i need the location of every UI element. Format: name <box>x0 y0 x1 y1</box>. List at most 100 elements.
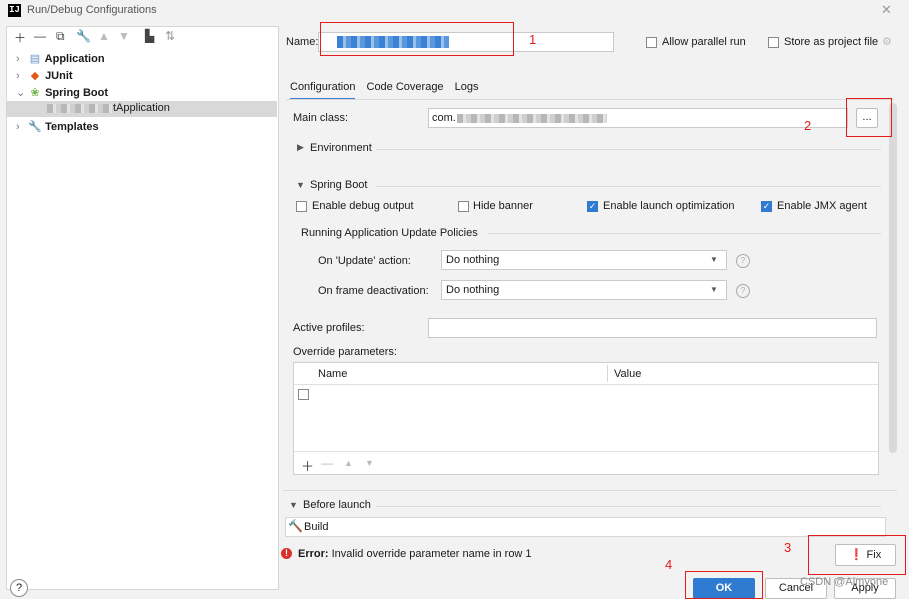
chevron-down-icon[interactable]: ▼ <box>296 180 305 190</box>
tree-item-templates[interactable]: › 🔧 Templates <box>16 120 99 133</box>
tree-item-spring-app[interactable]: tApplication <box>113 102 170 114</box>
junit-icon: ◆ <box>30 70 40 82</box>
move-up-icon[interactable]: ▲ <box>344 458 353 468</box>
tree-item-application[interactable]: › ▤ Application <box>16 52 105 65</box>
application-icon: ▤ <box>29 53 41 65</box>
annotation-number-3: 3 <box>784 540 792 555</box>
before-launch-list: 🔨 Build <box>285 517 886 537</box>
column-header-value[interactable]: Value <box>614 368 641 380</box>
add-icon[interactable]: ＋ <box>14 29 26 46</box>
environment-section[interactable]: Environment <box>310 142 372 154</box>
on-frame-label: On frame deactivation: <box>318 285 429 297</box>
enable-launch-checkbox[interactable]: ✓ <box>587 201 598 212</box>
redacted-name <box>47 104 113 113</box>
table-toolbar-divider <box>294 451 878 452</box>
tree-item-junit[interactable]: › ◆ JUnit <box>16 69 73 82</box>
help-icon[interactable]: ? <box>736 284 750 298</box>
column-divider <box>607 365 608 382</box>
environment-divider <box>376 149 881 150</box>
spring-boot-icon: ❀ <box>30 87 40 99</box>
folder-icon[interactable]: ▙ <box>145 29 154 43</box>
scrollbar[interactable] <box>889 103 897 453</box>
error-text: Invalid override parameter name in row 1 <box>331 548 532 560</box>
tab-code-coverage[interactable]: Code Coverage <box>367 81 444 93</box>
active-profiles-input[interactable] <box>428 318 877 338</box>
gear-icon[interactable]: ⚙ <box>882 35 892 48</box>
wrench-icon: 🔧 <box>28 121 42 133</box>
tree-item-label: Spring Boot <box>45 87 108 99</box>
store-project-label: Store as project file <box>784 36 879 48</box>
move-down-icon[interactable]: ▼ <box>365 458 374 468</box>
error-prefix: Error: <box>298 548 329 560</box>
policies-divider <box>488 233 881 234</box>
store-project-checkbox[interactable] <box>768 37 779 48</box>
annotation-box-3 <box>808 535 906 575</box>
help-icon[interactable]: ? <box>736 254 750 268</box>
chevron-right-icon[interactable]: › <box>16 53 28 65</box>
on-frame-select[interactable]: Do nothing ▼ <box>441 280 727 300</box>
sort-icon[interactable]: ⇅ <box>165 29 175 43</box>
before-launch-section[interactable]: Before launch <box>303 499 371 511</box>
on-update-select[interactable]: Do nothing ▼ <box>441 250 727 270</box>
tab-divider <box>286 99 894 100</box>
help-button[interactable]: ? <box>10 579 28 597</box>
on-update-value: Do nothing <box>446 254 500 266</box>
move-down-icon[interactable]: ▼ <box>118 29 130 43</box>
on-frame-value: Do nothing <box>446 284 500 296</box>
name-label: Name: <box>286 36 319 48</box>
hide-banner-checkbox[interactable] <box>458 201 469 212</box>
chevron-right-icon[interactable]: › <box>16 70 28 82</box>
enable-jmx-checkbox[interactable]: ✓ <box>761 201 772 212</box>
enable-debug-label: Enable debug output <box>312 200 414 212</box>
annotation-number-2: 2 <box>804 118 812 133</box>
annotation-box-4 <box>685 571 763 599</box>
annotation-number-4: 4 <box>665 557 673 572</box>
allow-parallel-label: Allow parallel run <box>662 36 746 48</box>
spring-boot-section[interactable]: Spring Boot <box>310 179 367 191</box>
tree-item-label: Templates <box>45 121 99 133</box>
dropdown-arrow-icon: ▼ <box>710 285 718 294</box>
redacted-class <box>457 114 607 123</box>
tree-item-label: JUnit <box>45 70 73 82</box>
tree-item-spring-boot[interactable]: ⌄ ❀ Spring Boot <box>16 86 108 99</box>
enable-jmx-label: Enable JMX agent <box>777 200 867 212</box>
enable-debug-checkbox[interactable] <box>296 201 307 212</box>
chevron-down-icon[interactable]: ⌄ <box>16 86 28 99</box>
main-class-label: Main class: <box>293 112 349 124</box>
spring-boot-divider <box>376 186 881 187</box>
tab-bar: Configuration Code Coverage Logs <box>290 81 486 100</box>
copy-icon[interactable]: ⧉ <box>56 29 65 44</box>
error-icon: ! <box>281 548 292 559</box>
close-icon[interactable]: ✕ <box>881 2 892 18</box>
override-parameters-label: Override parameters: <box>293 346 397 358</box>
chevron-right-icon[interactable]: ▶ <box>297 142 304 153</box>
chevron-down-icon[interactable]: ▼ <box>289 500 298 510</box>
main-class-value: com. <box>432 112 456 124</box>
tree-item-label: Application <box>44 53 105 65</box>
intellij-logo-icon: IJ <box>8 4 21 17</box>
tab-configuration[interactable]: Configuration <box>290 81 356 100</box>
on-update-label: On 'Update' action: <box>318 255 411 267</box>
error-message: Error: Invalid override parameter name i… <box>298 548 532 560</box>
chevron-right-icon[interactable]: › <box>16 121 28 133</box>
column-header-name[interactable]: Name <box>318 368 347 380</box>
move-up-icon[interactable]: ▲ <box>98 29 110 43</box>
main-class-input[interactable]: com. <box>428 108 848 128</box>
policies-heading: Running Application Update Policies <box>301 227 478 239</box>
active-profiles-label: Active profiles: <box>293 322 365 334</box>
annotation-number-1: 1 <box>529 32 537 47</box>
remove-icon[interactable]: — <box>34 29 46 43</box>
tab-logs[interactable]: Logs <box>455 81 479 93</box>
remove-icon[interactable]: — <box>321 456 333 470</box>
override-parameters-table: Name Value ＋ — ▲ ▼ <box>293 362 879 475</box>
enable-launch-label: Enable launch optimization <box>603 200 735 212</box>
allow-parallel-checkbox[interactable] <box>646 37 657 48</box>
build-task[interactable]: Build <box>304 521 328 533</box>
build-icon: 🔨 <box>288 519 303 533</box>
window-title: Run/Debug Configurations <box>27 4 157 16</box>
annotation-box-2 <box>846 98 892 137</box>
wrench-icon[interactable]: 🔧 <box>76 29 91 43</box>
dropdown-arrow-icon: ▼ <box>710 255 718 264</box>
add-icon[interactable]: ＋ <box>301 456 314 475</box>
row-checkbox[interactable] <box>298 389 309 400</box>
